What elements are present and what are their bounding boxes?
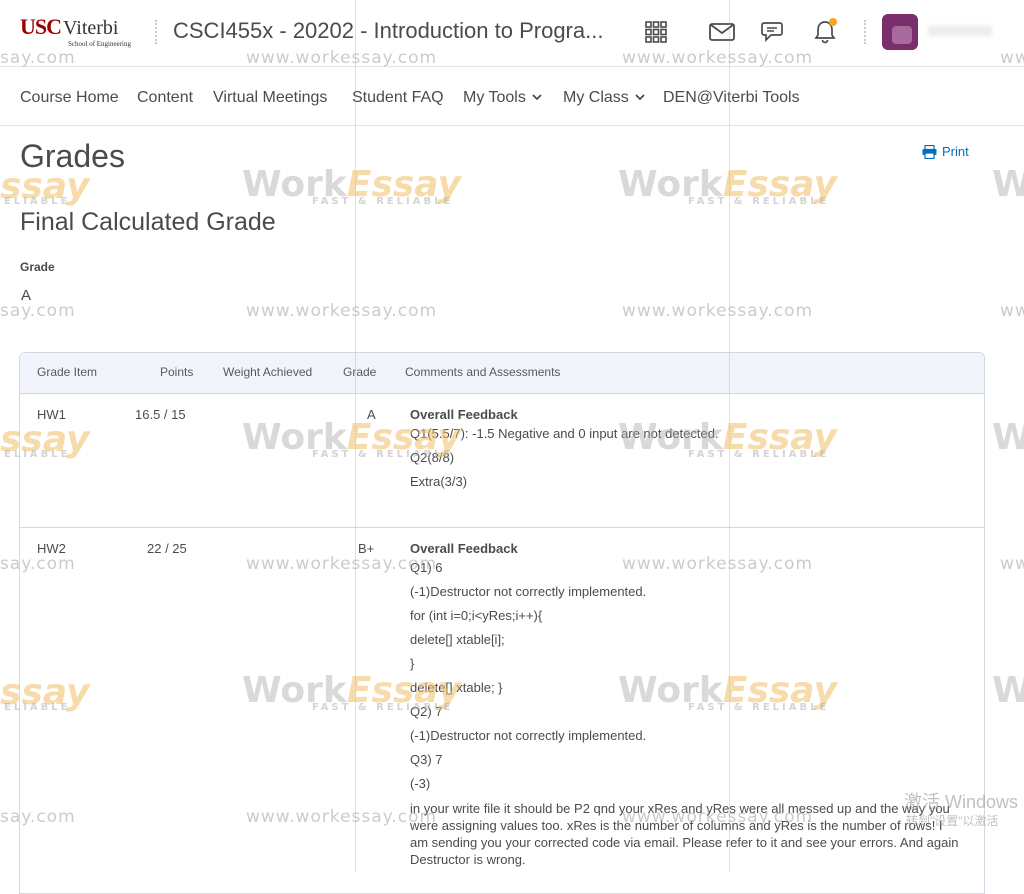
grade-item-name: HW1 (37, 407, 66, 422)
print-button[interactable]: Print (922, 144, 969, 159)
table-row: HW2 22 / 25 B+ Overall Feedback Q1) 6 (-… (20, 528, 984, 893)
feedback-block: Overall Feedback Q1(5.5/7): -1.5 Negativ… (410, 407, 719, 494)
watermark-brand: W (992, 164, 1024, 205)
feedback-line: Q2(8/8) (410, 450, 455, 465)
watermark-url: ww (1000, 301, 1024, 321)
windows-activation-title: 激活 Windows (904, 792, 1019, 812)
course-navbar: Course Home Content Virtual Meetings Stu… (0, 67, 1024, 126)
nav-my-class[interactable]: My Class (563, 89, 645, 107)
feedback-line: delete[] xtable[i]; (410, 632, 505, 647)
usc-viterbi-logo[interactable]: USC Viterbi School of Engineering (20, 14, 140, 50)
feedback-title: Overall Feedback (410, 541, 518, 556)
grade-label: Grade (20, 260, 55, 274)
watermark-brand: W (992, 417, 1024, 458)
page-title: Grades (20, 138, 125, 174)
grades-table: Grade Item Points Weight Achieved Grade … (19, 352, 985, 894)
watermark-url: www.workessay.com (246, 301, 438, 321)
nav-my-tools[interactable]: My Tools (463, 89, 542, 107)
grade-letter: B+ (358, 541, 375, 556)
header-divider (155, 20, 157, 44)
chat-icon[interactable] (759, 18, 787, 46)
nav-student-faq[interactable]: Student FAQ (352, 89, 444, 107)
col-grade-item: Grade Item (37, 365, 98, 379)
col-comments: Comments and Assessments (405, 365, 561, 379)
table-header: Grade Item Points Weight Achieved Grade … (20, 353, 984, 394)
apps-grid-icon[interactable] (642, 18, 670, 46)
nav-den-viterbi-tools[interactable]: DEN@Viterbi Tools (663, 89, 800, 107)
col-weight-achieved: Weight Achieved (223, 365, 313, 379)
feedback-line: delete[] xtable; } (410, 680, 503, 695)
avatar[interactable] (882, 14, 918, 50)
logo-usc-text: USC (20, 14, 62, 39)
watermark-tagline: ELIABLE (4, 196, 71, 207)
windows-activation-subtitle: 转到"设置"以激活 (906, 814, 999, 828)
watermark-brand: WorkEssay (618, 164, 837, 205)
col-points: Points (160, 365, 194, 379)
top-bar: USC Viterbi School of Engineering CSCI455… (0, 0, 1024, 67)
feedback-line: Q1) 6 (410, 560, 443, 575)
watermark-brand: W (992, 670, 1024, 711)
chevron-down-icon (635, 94, 645, 101)
header-divider-2 (864, 20, 866, 44)
feedback-line: for (int i=0;i<yRes;i++){ (410, 608, 543, 623)
feedback-line: } (410, 656, 415, 671)
feedback-block: Overall Feedback Q1) 6 (-1)Destructor no… (410, 541, 962, 868)
printer-icon (922, 144, 937, 159)
watermark-url: say.com (0, 301, 76, 321)
feedback-line: Q1(5.5/7): -1.5 Negative and 0 input are… (410, 426, 719, 441)
col-grade: Grade (343, 365, 377, 379)
nav-course-home[interactable]: Course Home (20, 89, 119, 107)
feedback-line: (-1)Destructor not correctly implemented… (410, 584, 647, 599)
grade-points: 16.5 / 15 (135, 407, 186, 422)
nav-my-tools-label: My Tools (463, 89, 526, 106)
table-row: HW1 16.5 / 15 A Overall Feedback Q1(5.5/… (20, 394, 984, 528)
chevron-down-icon (532, 94, 542, 101)
watermark-tagline: FAST & RELIABLE (312, 196, 454, 207)
logo-subtitle: School of Engineering (68, 40, 131, 48)
nav-virtual-meetings[interactable]: Virtual Meetings (213, 89, 327, 107)
nav-my-class-label: My Class (563, 89, 629, 106)
feedback-line: Q3) 7 (410, 752, 443, 767)
course-title[interactable]: CSCI455x - 20202 - Introduction to Progr… (173, 18, 603, 44)
notification-dot (829, 18, 837, 26)
grade-points: 22 / 25 (147, 541, 187, 556)
watermark-url: www.workessay.com (622, 301, 814, 321)
feedback-line: (-1)Destructor not correctly implemented… (410, 728, 647, 743)
grade-item-name: HW2 (37, 541, 66, 556)
watermark-brand: WorkEssay (242, 164, 461, 205)
section-title: Final Calculated Grade (20, 208, 276, 236)
watermark-url: ww (1000, 554, 1024, 574)
print-label: Print (942, 144, 969, 159)
feedback-paragraph: in your write file it should be P2 qnd y… (410, 801, 959, 867)
watermark-tagline: FAST & RELIABLE (688, 196, 830, 207)
user-name-blurred[interactable] (928, 26, 992, 36)
bell-icon[interactable] (811, 18, 839, 46)
feedback-line: (-3) (410, 776, 431, 791)
grade-letter: A (367, 407, 376, 422)
feedback-line: Extra(3/3) (410, 474, 468, 489)
nav-content[interactable]: Content (137, 89, 193, 107)
mail-icon[interactable] (708, 18, 736, 46)
logo-viterbi-text: Viterbi (63, 17, 119, 39)
feedback-title: Overall Feedback (410, 407, 518, 422)
final-grade-value: A (21, 287, 32, 304)
feedback-line: Q2) 7 (410, 704, 443, 719)
